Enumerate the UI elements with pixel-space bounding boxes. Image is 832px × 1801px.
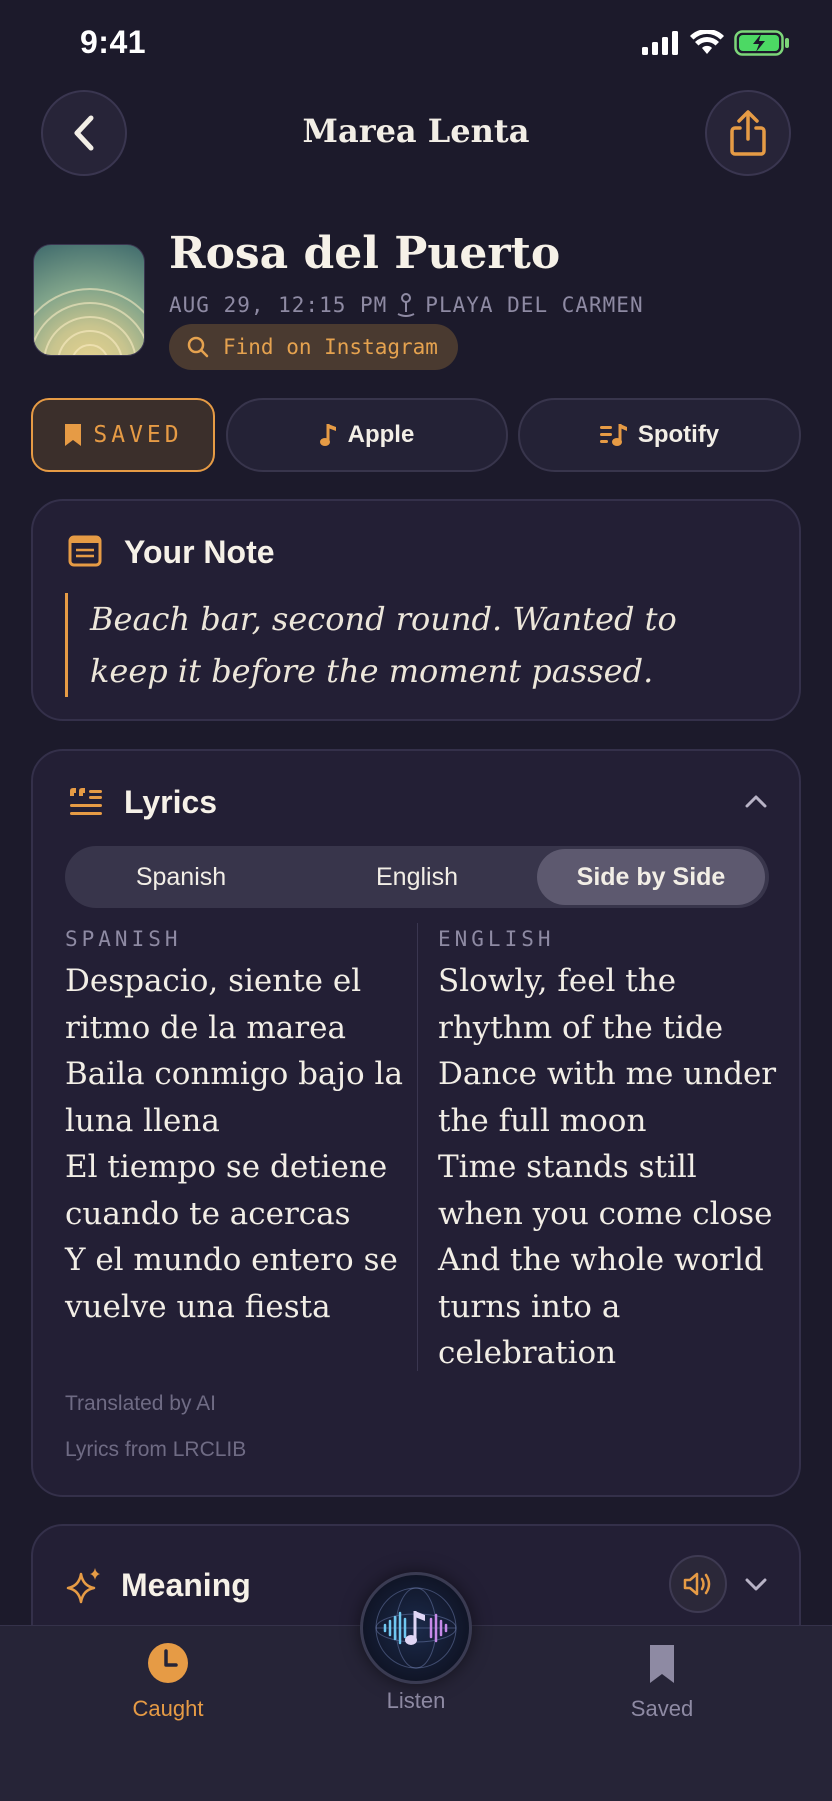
clock-icon xyxy=(148,1643,188,1683)
language-segmented-control: Spanish English Side by Side xyxy=(65,846,769,908)
wifi-icon xyxy=(690,30,724,54)
lyric-line: And the whole world xyxy=(438,1242,764,1278)
lyric-line: Y el mundo entero se xyxy=(65,1242,398,1278)
music-list-icon xyxy=(599,424,627,446)
lyric-line: Baila conmigo bajo la xyxy=(65,1056,403,1092)
song-meta: AUG 29, 12:15 PM PLAYA DEL CARMEN xyxy=(169,292,644,318)
note-icon xyxy=(68,535,102,567)
saved-button[interactable]: SAVED xyxy=(31,398,215,472)
lyric-line: the full moon xyxy=(438,1102,647,1139)
lyric-line: El tiempo se detiene xyxy=(65,1149,388,1185)
apple-label: Apple xyxy=(347,421,415,448)
soundwave-globe-icon xyxy=(375,1587,457,1669)
battery-icon xyxy=(734,30,789,56)
find-on-instagram-button[interactable]: Find on Instagram xyxy=(169,324,458,370)
tab-caught[interactable]: Caught xyxy=(118,1642,218,1722)
apple-music-button[interactable]: Apple xyxy=(226,398,508,472)
song-location: PLAYA DEL CARMEN xyxy=(425,293,644,317)
lyric-line: Despacio, siente el xyxy=(65,963,362,999)
lyrics-icon xyxy=(70,788,102,815)
tab-side-by-side[interactable]: Side by Side xyxy=(537,849,765,905)
lyric-line: celebration xyxy=(438,1335,617,1371)
lyric-line: vuelve una fiesta xyxy=(65,1288,331,1325)
share-icon xyxy=(730,110,766,156)
tab-listen-label: Listen xyxy=(386,1688,446,1713)
status-time: 9:41 xyxy=(80,24,147,60)
lyric-line: Time stands still xyxy=(438,1149,697,1185)
spotify-button[interactable]: Spotify xyxy=(518,398,801,472)
lyrics-title: Lyrics xyxy=(124,784,218,820)
chevron-up-icon[interactable] xyxy=(744,793,768,809)
lyric-line: Slowly, feel the xyxy=(438,963,677,999)
status-icons xyxy=(642,30,790,56)
tab-english[interactable]: English xyxy=(301,846,533,908)
search-icon xyxy=(187,336,209,358)
column-divider xyxy=(417,923,418,1371)
location-pin-icon xyxy=(397,293,415,317)
english-lyrics: Slowly, feel the rhythm of the tide Danc… xyxy=(438,958,783,1377)
music-note-icon xyxy=(319,424,336,446)
note-card: Your Note Beach bar, second round. Wante… xyxy=(31,499,801,721)
lyric-line: cuando te acercas xyxy=(65,1195,351,1232)
saved-label: SAVED xyxy=(93,422,183,448)
bookmark-icon xyxy=(65,424,82,446)
spotify-label: Spotify xyxy=(637,421,720,448)
lyric-line: ritmo de la marea xyxy=(65,1009,346,1046)
play-meaning-audio-button[interactable] xyxy=(669,1555,727,1613)
spanish-column-label: SPANISH xyxy=(65,927,182,951)
lyric-line: rhythm of the tide xyxy=(438,1009,724,1046)
sparkles-icon xyxy=(66,1568,100,1604)
lyric-line: Dance with me under xyxy=(438,1056,777,1092)
song-date: AUG 29, 12:15 PM xyxy=(169,293,388,317)
lyric-line: luna llena xyxy=(65,1102,220,1139)
chevron-down-icon[interactable] xyxy=(744,1577,768,1593)
tab-saved-label: Saved xyxy=(630,1696,694,1721)
spanish-lyrics: Despacio, siente el ritmo de la marea Ba… xyxy=(65,958,405,1330)
tab-spanish[interactable]: Spanish xyxy=(65,846,297,908)
share-button[interactable] xyxy=(705,90,791,176)
lyric-line: when you come close xyxy=(438,1195,773,1232)
english-column-label: ENGLISH xyxy=(438,927,555,951)
note-title: Your Note xyxy=(124,534,275,570)
lyrics-card: Lyrics Spanish English Side by Side SPAN… xyxy=(31,749,801,1497)
tab-caught-label: Caught xyxy=(132,1696,204,1721)
tab-saved[interactable]: Saved xyxy=(612,1642,712,1722)
signal-icon xyxy=(642,31,678,55)
speaker-icon xyxy=(683,1572,711,1596)
lyric-line: turns into a xyxy=(438,1288,621,1325)
lyrics-source-note: Lyrics from LRCLIB xyxy=(65,1438,247,1461)
album-artwork xyxy=(33,244,145,356)
bookmark-icon xyxy=(650,1645,674,1683)
note-text: Beach bar, second round. Wanted to keep … xyxy=(65,593,755,697)
translated-note: Translated by AI xyxy=(65,1392,216,1415)
song-title: Rosa del Puerto xyxy=(169,228,561,279)
meaning-title: Meaning xyxy=(121,1567,251,1603)
listen-button[interactable] xyxy=(360,1572,472,1684)
instagram-label: Find on Instagram xyxy=(223,335,438,359)
